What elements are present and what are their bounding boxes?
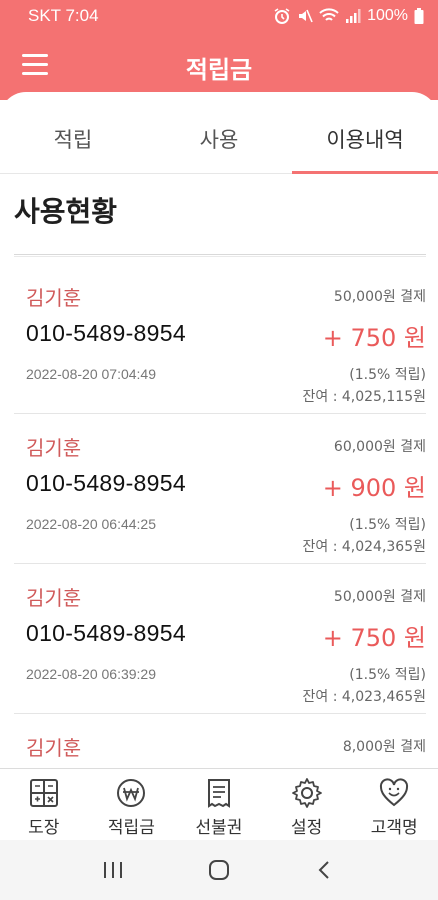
status-time: SKT 7:04 [28, 6, 99, 25]
customer-name: 김기훈 [26, 436, 82, 460]
nav-label: 설정 [290, 818, 323, 838]
app-header: 적립금 [0, 32, 438, 100]
points-earned: + 750 원 [322, 324, 426, 352]
back-button[interactable] [305, 850, 345, 890]
nav-settings[interactable]: 설정 [263, 769, 351, 840]
won-coin-icon [117, 779, 146, 807]
alarm-icon [274, 8, 290, 24]
tab-earn[interactable]: 적립 [0, 92, 146, 173]
heart-face-icon [380, 778, 409, 807]
customer-phone: 010-5489-8954 [26, 320, 186, 346]
recent-apps-button[interactable] [93, 850, 133, 890]
list-item[interactable]: 김기훈 50,000원 결제 010-5489-8954 + 750 원 202… [14, 264, 426, 414]
list-item[interactable]: 김기훈 50,000원 결제 010-5489-8954 + 750 원 202… [14, 564, 426, 714]
list-item[interactable]: 김기훈 8,000원 결제 [14, 714, 426, 768]
nav-label: 선불권 [195, 818, 243, 838]
nav-prepaid[interactable]: 선불권 [175, 769, 263, 840]
points-earned: + 750 원 [322, 624, 426, 652]
page-title: 적립금 [185, 56, 253, 84]
receipt-icon [207, 779, 230, 808]
tab-use[interactable]: 사용 [146, 92, 292, 173]
home-button[interactable] [199, 850, 239, 890]
earn-rate: (1.5% 적립) [349, 667, 426, 683]
tab-history[interactable]: 이용내역 [292, 92, 438, 174]
payment-amount: 50,000원 결제 [333, 289, 426, 305]
nav-points[interactable]: 적립금 [88, 769, 176, 840]
list-item[interactable]: 김기훈 60,000원 결제 010-5489-8954 + 900 원 202… [14, 414, 426, 564]
section-title: 사용현황 [14, 195, 118, 228]
system-nav-bar [0, 840, 438, 900]
remaining-balance: 잔여 : 4,023,465원 [302, 689, 426, 705]
recent-apps-icon [104, 862, 122, 878]
customer-name: 김기훈 [26, 736, 82, 760]
home-icon [209, 860, 229, 880]
nav-label: 고객명 [370, 818, 418, 838]
mute-icon [299, 9, 313, 23]
remaining-balance: 잔여 : 4,024,365원 [302, 539, 426, 555]
remaining-balance: 잔여 : 4,025,115원 [302, 389, 426, 405]
nav-label: 도장 [28, 818, 60, 838]
earn-rate: (1.5% 적립) [349, 517, 426, 533]
payment-amount: 50,000원 결제 [333, 589, 426, 605]
customer-name: 김기훈 [26, 586, 82, 610]
wifi-icon [319, 8, 339, 21]
signal-icon [346, 9, 361, 23]
status-bar: SKT 7:04 100% [0, 0, 438, 32]
payment-amount: 60,000원 결제 [333, 439, 426, 455]
nav-stamp[interactable]: 도장 [0, 769, 88, 840]
history-list[interactable]: 김기훈 50,000원 결제 010-5489-8954 + 750 원 202… [14, 264, 426, 768]
section-divider [14, 254, 426, 257]
status-icons: 100% [273, 7, 424, 25]
transaction-date: 2022-08-20 06:39:29 [26, 666, 156, 682]
transaction-date: 2022-08-20 06:44:25 [26, 516, 156, 532]
battery-icon [414, 8, 424, 24]
gear-icon [291, 778, 322, 808]
customer-name: 김기훈 [26, 286, 82, 310]
earn-rate: (1.5% 적립) [349, 367, 426, 383]
customer-phone: 010-5489-8954 [26, 470, 186, 496]
nav-label: 적립금 [107, 818, 155, 838]
payment-amount: 8,000원 결제 [342, 739, 426, 755]
bottom-nav: 도장 적립금 선불권 설정 고객명 [0, 768, 438, 840]
nav-customer[interactable]: 고객명 [350, 769, 438, 840]
transaction-date: 2022-08-20 07:04:49 [26, 366, 156, 382]
tab-bar: 적립 사용 이용내역 [0, 92, 438, 174]
content-sheet: 적립 사용 이용내역 사용현황 김기훈 50,000원 결제 010-5489-… [0, 92, 438, 768]
back-icon [318, 861, 329, 879]
stamp-grid-icon [29, 779, 58, 807]
customer-phone: 010-5489-8954 [26, 620, 186, 646]
points-earned: + 900 원 [322, 474, 426, 502]
battery-percent: 100% [367, 7, 408, 24]
